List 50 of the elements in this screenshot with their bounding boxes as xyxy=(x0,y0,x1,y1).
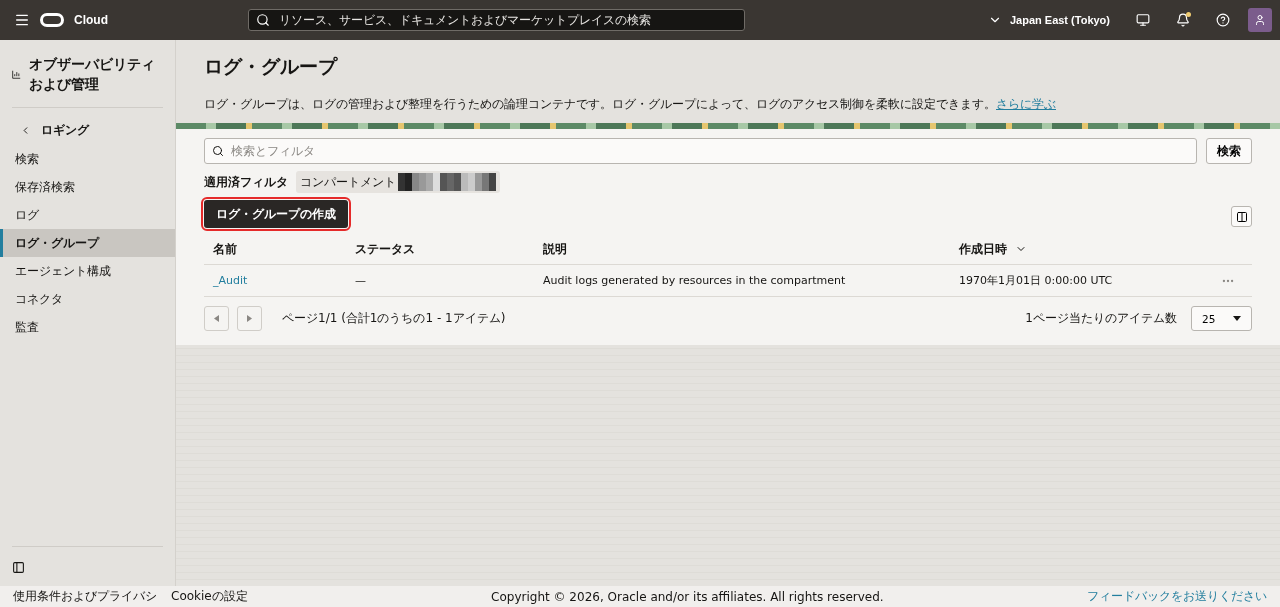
next-page-button[interactable] xyxy=(237,306,262,331)
brand-name: Cloud xyxy=(74,13,108,27)
logo-icon[interactable] xyxy=(40,13,64,27)
column-header[interactable]: 説明 xyxy=(534,234,950,265)
chip-label: コンパートメント xyxy=(300,173,396,191)
table-cell: — xyxy=(346,265,534,297)
back-link[interactable]: ロギング xyxy=(0,108,175,145)
table-cell: Audit logs generated by resources in the compartment xyxy=(534,265,950,297)
footer-link[interactable]: Cookieの設定 xyxy=(171,588,248,605)
bell-icon[interactable] xyxy=(1176,13,1190,27)
sidebar-title: オブザーバビリティおよび管理 xyxy=(28,55,156,94)
columns-button[interactable] xyxy=(1231,206,1252,227)
user-avatar[interactable] xyxy=(1248,8,1272,32)
column-header[interactable]: ステータス xyxy=(346,234,534,265)
column-header[interactable]: 作成日時 xyxy=(950,234,1212,265)
sidebar-item[interactable]: 検索 xyxy=(0,145,175,173)
applied-filters-label: 適用済フィルタ xyxy=(204,173,288,191)
create-button[interactable]: ログ・グループの作成 xyxy=(204,200,348,228)
per-page-select[interactable]: 25 xyxy=(1191,306,1252,331)
pagination-summary: ページ1/1 (合計1のうちの1 - 1アイテム) xyxy=(282,310,506,327)
learn-more-link[interactable]: さらに学ぶ xyxy=(996,97,1056,111)
monitor-icon[interactable] xyxy=(1136,13,1150,27)
log-group-link[interactable]: _Audit xyxy=(213,274,248,287)
filter-chip[interactable]: コンパートメント xyxy=(296,171,500,193)
columns-icon xyxy=(1235,210,1248,223)
sidebar-item[interactable]: ログ・グループ xyxy=(0,229,175,257)
help-icon[interactable] xyxy=(1216,13,1230,27)
triangle-left-icon xyxy=(214,315,219,322)
footer-link[interactable]: 使用条件およびプライバシ xyxy=(13,588,157,605)
table-cell: 1970年1月01日 0:00:00 UTC xyxy=(950,265,1212,297)
sidebar-item[interactable]: エージェント構成 xyxy=(0,257,175,285)
region-selector[interactable]: Japan East (Tokyo) xyxy=(979,13,1118,27)
page-title: ログ・グループ xyxy=(204,54,339,79)
collapse-icon[interactable] xyxy=(12,561,25,574)
filter-field[interactable]: 検索とフィルタ xyxy=(204,138,1197,164)
sidebar-item[interactable]: コネクタ xyxy=(0,285,175,313)
copyright-text: Copyright © 2026, Oracle and/or its affiliates. All rights reserved. xyxy=(490,589,884,604)
search-button[interactable]: 検索 xyxy=(1206,138,1252,164)
triangle-right-icon xyxy=(247,315,252,322)
sidebar-item[interactable]: 保存済検索 xyxy=(0,173,175,201)
menu-icon[interactable] xyxy=(14,12,30,28)
sidebar-item[interactable]: 監査 xyxy=(0,313,175,341)
previous-page-button[interactable] xyxy=(204,306,229,331)
per-page-label: 1ページ当たりのアイテム数 xyxy=(1025,310,1177,327)
feedback-link[interactable]: フィードバックをお送りください xyxy=(1087,588,1267,605)
sidebar-item[interactable]: ログ xyxy=(0,201,175,229)
caret-icon xyxy=(1233,316,1241,321)
search-field[interactable]: リソース、サービス、ドキュメントおよびマーケットプレイスの検索 xyxy=(248,9,745,31)
page-description: ログ・グループは、ログの管理および整理を行うための論理コンテナです。ログ・グループによって、ログのアクセス制御を柔軟に設定できます。さらに学ぶ xyxy=(204,96,1057,113)
column-header[interactable]: 名前 xyxy=(204,234,346,265)
